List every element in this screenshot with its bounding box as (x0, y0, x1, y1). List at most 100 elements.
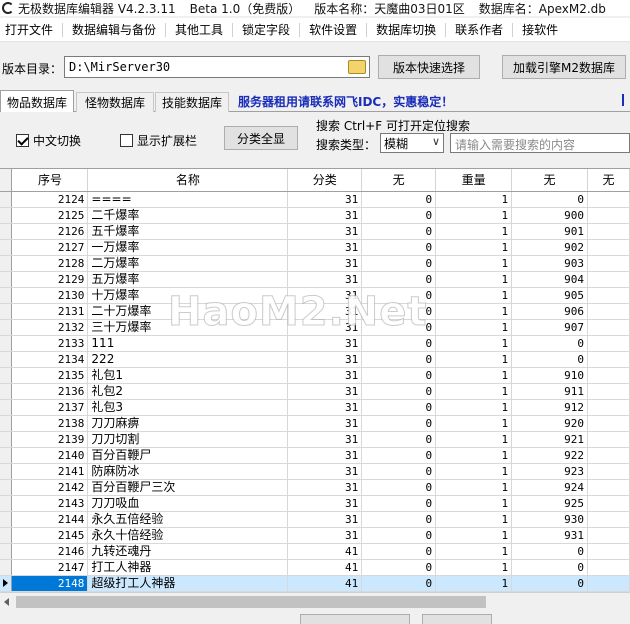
cell-weight[interactable]: 1 (435, 303, 513, 320)
cell-none-1[interactable]: 0 (361, 511, 437, 528)
cell-none-2[interactable]: 931 (511, 527, 588, 544)
cell-none-3[interactable] (587, 191, 630, 208)
search-type-select[interactable]: 模糊 ∨ (380, 133, 444, 153)
column-header-none-1[interactable]: 无 (361, 169, 437, 192)
table-row[interactable]: 2125 二千爆率 31 0 1 900 (0, 207, 630, 224)
cell-none-3[interactable] (587, 399, 630, 416)
cell-id[interactable]: 2142 (11, 479, 89, 496)
cell-category[interactable]: 41 (287, 543, 363, 560)
cell-none-3[interactable] (587, 207, 630, 224)
cell-none-2[interactable]: 911 (511, 383, 588, 400)
cell-id[interactable]: 2140 (11, 447, 89, 464)
tab-item-database[interactable]: 物品数据库 (0, 90, 74, 113)
cell-none-1[interactable]: 0 (361, 191, 437, 208)
cell-none-3[interactable] (587, 511, 630, 528)
cell-none-1[interactable]: 0 (361, 495, 437, 512)
cell-name[interactable]: 超级打工人神器 (87, 575, 289, 592)
load-engine-db-button[interactable]: 加载引擎M2数据库 (502, 55, 626, 79)
cell-id[interactable]: 2147 (11, 559, 89, 576)
table-row[interactable]: 2124 ==== 31 0 1 0 (0, 191, 630, 208)
cell-name[interactable]: 礼包2 (87, 383, 289, 400)
cell-category[interactable]: 31 (287, 191, 363, 208)
directory-input[interactable]: D:\MirServer30 (64, 56, 370, 78)
row-indicator[interactable] (0, 271, 13, 288)
cell-name[interactable]: 防麻防冰 (87, 463, 289, 480)
cell-none-1[interactable]: 0 (361, 271, 437, 288)
cell-none-2[interactable]: 905 (511, 287, 588, 304)
cell-category[interactable]: 31 (287, 495, 363, 512)
cell-none-2[interactable]: 922 (511, 447, 588, 464)
cell-none-2[interactable]: 910 (511, 367, 588, 384)
row-indicator[interactable] (0, 415, 13, 432)
cell-id[interactable]: 2124 (11, 191, 89, 208)
quick-select-button[interactable]: 版本快速选择 (378, 55, 480, 79)
cell-category[interactable]: 31 (287, 383, 363, 400)
cell-category[interactable]: 31 (287, 415, 363, 432)
cell-category[interactable]: 31 (287, 431, 363, 448)
column-header-category[interactable]: 分类 (287, 169, 363, 192)
cell-category[interactable]: 31 (287, 367, 363, 384)
show-extension-checkbox[interactable]: 显示扩展栏 (120, 132, 197, 149)
cell-weight[interactable]: 1 (435, 559, 513, 576)
table-row[interactable]: 2132 三十万爆率 31 0 1 907 (0, 319, 630, 336)
cell-category[interactable]: 31 (287, 287, 363, 304)
cell-none-1[interactable]: 0 (361, 223, 437, 240)
row-indicator[interactable] (0, 207, 13, 224)
column-header-id[interactable]: 序号 (11, 169, 89, 192)
cell-weight[interactable]: 1 (435, 463, 513, 480)
scroll-left-icon[interactable] (4, 598, 9, 606)
bottom-button-stub[interactable] (422, 614, 492, 624)
cell-category[interactable]: 31 (287, 335, 363, 352)
cell-none-2[interactable]: 901 (511, 223, 588, 240)
table-row[interactable]: 2148 超级打工人神器 41 0 1 0 (0, 575, 630, 592)
cell-none-3[interactable] (587, 559, 630, 576)
cell-none-1[interactable]: 0 (361, 319, 437, 336)
cell-weight[interactable]: 1 (435, 415, 513, 432)
table-row[interactable]: 2146 九转还魂丹 41 0 1 0 (0, 543, 630, 560)
cell-name[interactable]: 五万爆率 (87, 271, 289, 288)
chinese-toggle-checkbox[interactable]: 中文切换 (16, 132, 81, 149)
table-row[interactable]: 2136 礼包2 31 0 1 911 (0, 383, 630, 400)
cell-name[interactable]: 礼包1 (87, 367, 289, 384)
cell-none-3[interactable] (587, 335, 630, 352)
row-indicator[interactable] (0, 319, 13, 336)
cell-name[interactable]: 二万爆率 (87, 255, 289, 272)
cell-id[interactable]: 2129 (11, 271, 89, 288)
cell-none-2[interactable]: 902 (511, 239, 588, 256)
cell-name[interactable]: 十万爆率 (87, 287, 289, 304)
cell-name[interactable]: 打工人神器 (87, 559, 289, 576)
scrollbar-thumb[interactable] (16, 596, 486, 608)
row-indicator[interactable] (0, 191, 13, 208)
row-indicator[interactable] (0, 383, 13, 400)
cell-id[interactable]: 2126 (11, 223, 89, 240)
row-indicator[interactable] (0, 575, 13, 592)
cell-none-3[interactable] (587, 479, 630, 496)
row-indicator[interactable] (0, 495, 13, 512)
cell-weight[interactable]: 1 (435, 207, 513, 224)
cell-none-1[interactable]: 0 (361, 447, 437, 464)
cell-weight[interactable]: 1 (435, 255, 513, 272)
cell-none-1[interactable]: 0 (361, 351, 437, 368)
cell-none-1[interactable]: 0 (361, 287, 437, 304)
cell-none-3[interactable] (587, 223, 630, 240)
cell-none-2[interactable]: 920 (511, 415, 588, 432)
cell-name[interactable]: 二十万爆率 (87, 303, 289, 320)
cell-category[interactable]: 31 (287, 271, 363, 288)
cell-weight[interactable]: 1 (435, 527, 513, 544)
cell-name[interactable]: 永久五倍经验 (87, 511, 289, 528)
cell-none-2[interactable]: 925 (511, 495, 588, 512)
menu-other-tools[interactable]: 其他工具 (170, 21, 228, 38)
cell-none-1[interactable]: 0 (361, 559, 437, 576)
cell-none-2[interactable]: 907 (511, 319, 588, 336)
table-row[interactable]: 2137 礼包3 31 0 1 912 (0, 399, 630, 416)
cell-weight[interactable]: 1 (435, 575, 513, 592)
table-row[interactable]: 2131 二十万爆率 31 0 1 906 (0, 303, 630, 320)
cell-none-3[interactable] (587, 447, 630, 464)
cell-none-1[interactable]: 0 (361, 479, 437, 496)
cell-id[interactable]: 2143 (11, 495, 89, 512)
cell-weight[interactable]: 1 (435, 447, 513, 464)
column-header-name[interactable]: 名称 (87, 169, 289, 192)
cell-none-3[interactable] (587, 319, 630, 336)
row-indicator[interactable] (0, 351, 13, 368)
cell-none-2[interactable]: 921 (511, 431, 588, 448)
